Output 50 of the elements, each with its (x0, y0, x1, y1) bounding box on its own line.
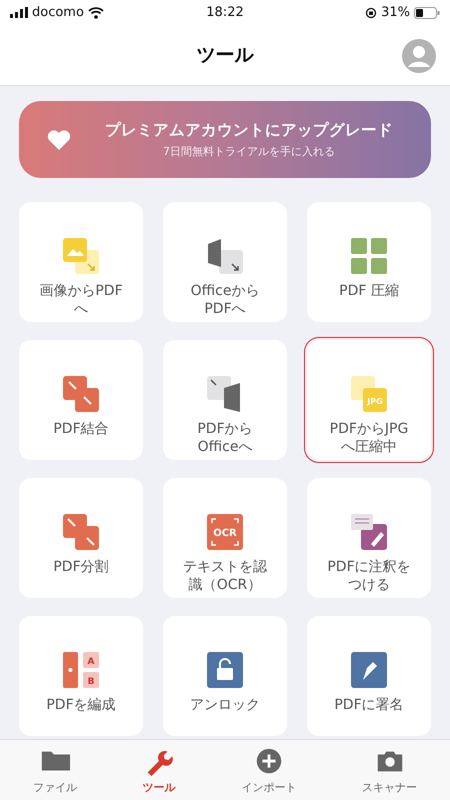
sign-tool-icon (351, 652, 387, 688)
merge-tool-icon (63, 376, 99, 412)
tool-label: PDFからJPGへ圧縮中 (328, 420, 410, 456)
tab-item[interactable]: ツール (134, 744, 184, 796)
unlock-tool-icon (207, 652, 243, 688)
tab-item[interactable]: インポート (233, 744, 304, 796)
status-time: 18:22 (206, 5, 244, 20)
tool-card[interactable]: アンロック (163, 616, 287, 736)
tool-card[interactable]: A B PDFを編成 (19, 616, 143, 736)
split-tool-icon (63, 514, 99, 550)
tool-label: テキストを認識（OCR） (182, 558, 268, 594)
tool-label: アンロック (189, 696, 261, 714)
heart-icon (47, 128, 71, 150)
ocr-tool-icon: OCR (207, 514, 243, 550)
tool-label: PDF結合 (52, 420, 110, 438)
tool-card[interactable]: PDF分割 (19, 478, 143, 598)
banner-title: プレミアムアカウントにアップグレード (105, 120, 393, 141)
annotate-tool-icon (351, 514, 387, 550)
tool-label: PDFからOfficeへ (196, 420, 254, 456)
tool-label: PDFに署名 (333, 696, 405, 714)
rotation-lock-icon (365, 6, 378, 18)
tool-card[interactable]: JPG PDFからJPGへ圧縮中 (307, 340, 431, 460)
compress-tool-icon (351, 238, 387, 274)
tool-card[interactable]: 画像からPDFへ (19, 202, 143, 322)
wifi-icon (88, 6, 104, 18)
tab-item[interactable]: スキャナー (354, 744, 426, 796)
tool-label: PDF分割 (52, 558, 110, 576)
banner-subtitle: 7日間無料トライアルを手に入れる (163, 144, 335, 159)
tool-card[interactable]: PDFからOfficeへ (163, 340, 287, 460)
officeout-tool-icon (207, 376, 243, 412)
battery-percent: 31% (381, 5, 410, 20)
tool-card[interactable]: OfficeからPDFへ (163, 202, 287, 322)
officein-tool-icon (207, 238, 243, 274)
tool-label: OfficeからPDFへ (190, 282, 260, 318)
tool-card[interactable]: PDFに注釈をつける (307, 478, 431, 598)
tool-label: PDFに注釈をつける (326, 558, 412, 594)
tool-card[interactable]: OCR テキストを認識（OCR） (163, 478, 287, 598)
page-title: ツール (196, 43, 254, 68)
tool-card[interactable]: PDF 圧縮 (307, 202, 431, 322)
tool-card[interactable]: PDFに署名 (307, 616, 431, 736)
avatar-icon[interactable] (402, 39, 436, 73)
tool-label: 画像からPDFへ (38, 282, 124, 318)
tool-label: PDF 圧縮 (338, 282, 400, 300)
tool-label: PDFを編成 (45, 696, 117, 714)
image-tool-icon (63, 238, 99, 274)
carrier-name: docomo (32, 5, 84, 20)
tab-item[interactable]: ファイル (24, 744, 85, 796)
battery-icon (414, 6, 440, 18)
signal-icon (10, 7, 28, 18)
tool-card[interactable]: PDF結合 (19, 340, 143, 460)
